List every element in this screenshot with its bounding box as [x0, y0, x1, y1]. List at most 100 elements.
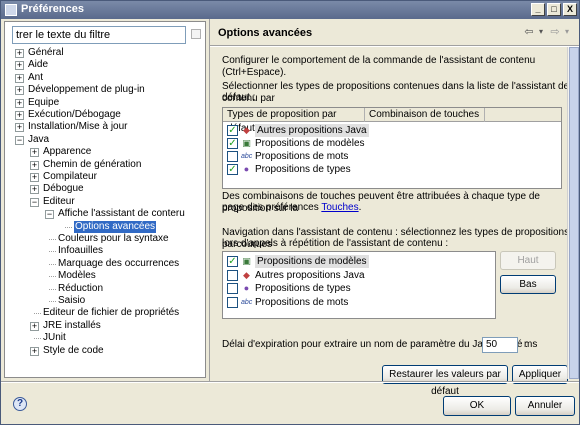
column-header-key-binding[interactable]: Combinaison de touches: [365, 108, 485, 122]
tree-item-label[interactable]: Equipe: [28, 97, 59, 109]
types-icon: ●: [243, 283, 250, 293]
expand-icon[interactable]: +: [15, 86, 24, 96]
tree-item-label[interactable]: JUnit: [43, 332, 66, 344]
tree-item-label[interactable]: Infoauilles: [58, 245, 103, 257]
words-icon: abc: [241, 153, 253, 160]
preferences-window: Préférences _ □ X trer le texte du filtr…: [0, 0, 580, 425]
tree-item-label[interactable]: Editeur: [43, 196, 75, 208]
maximize-button[interactable]: □: [547, 3, 561, 16]
select-types-text-line2: défaut :: [222, 92, 256, 103]
keys-preferences-link[interactable]: Touches: [321, 202, 358, 213]
expand-icon[interactable]: +: [30, 160, 39, 170]
clear-filter-icon[interactable]: [191, 29, 201, 39]
title-separator: [210, 45, 579, 47]
types-icon: ●: [243, 164, 250, 174]
tree-item-label[interactable]: Exécution/Débogage: [28, 109, 121, 121]
tree-item-label[interactable]: Saisio: [58, 295, 85, 307]
tree-item-label[interactable]: Marquage des occurrences: [58, 258, 179, 270]
default-proposal-label: Propositions de modèles: [255, 138, 365, 149]
keys-text-suffix: .: [358, 202, 362, 213]
tree-item-label[interactable]: Options avancées: [74, 220, 157, 233]
tree-item-label[interactable]: Compilateur: [43, 171, 97, 183]
navigation-text-line2: lors d'appels à répétition de l'assistan…: [222, 238, 449, 249]
keys-text-line2: page des préférences Touches.: [222, 202, 361, 214]
tree-connector: [65, 226, 72, 228]
window-title: Préférences: [21, 3, 84, 15]
intro-text: Configurer le comportement de la command…: [222, 55, 536, 78]
tree-item-label[interactable]: Développement de plug-in: [28, 84, 145, 96]
expand-icon[interactable]: +: [15, 73, 24, 83]
java-proposals-icon: ◆: [243, 125, 250, 135]
tree-item-label[interactable]: Modèles: [58, 270, 96, 282]
page-scrollbar[interactable]: [567, 47, 579, 379]
expand-icon[interactable]: +: [30, 148, 39, 158]
tree-item-label[interactable]: Ant: [28, 72, 43, 84]
expand-icon[interactable]: +: [15, 61, 24, 71]
expand-icon[interactable]: +: [15, 98, 24, 108]
checkbox[interactable]: ✓: [227, 164, 238, 175]
checkbox[interactable]: ✓: [227, 256, 238, 267]
checkbox[interactable]: ✓: [227, 138, 238, 149]
tree-item-label[interactable]: Apparence: [43, 146, 91, 158]
checkbox[interactable]: ✓: [227, 125, 238, 136]
tree-item-label[interactable]: Général: [28, 47, 64, 59]
checkbox[interactable]: [227, 283, 238, 294]
move-up-button[interactable]: Haut: [500, 251, 556, 270]
move-down-button[interactable]: Bas: [500, 275, 556, 294]
default-proposal-label: Propositions de mots: [255, 151, 349, 162]
tree-item-label[interactable]: Couleurs pour la syntaxe: [58, 233, 169, 245]
minimize-button[interactable]: _: [531, 3, 545, 16]
tree-item-label[interactable]: Débogue: [43, 183, 84, 195]
checkbox[interactable]: [227, 269, 238, 281]
tree-connector: [34, 313, 41, 315]
tree-connector: [49, 276, 56, 278]
tree-item-label[interactable]: Chemin de génération: [43, 159, 141, 171]
cycling-proposal-label: Autres propositions Java: [255, 269, 365, 281]
expand-icon[interactable]: +: [30, 321, 39, 331]
templates-icon: ▣: [242, 138, 251, 148]
cycling-proposal-label: Propositions de modèles: [255, 255, 369, 268]
expand-icon[interactable]: +: [15, 49, 24, 58]
expand-icon[interactable]: +: [15, 123, 24, 133]
select-types-text-line1: Sélectionner les types de propositions c…: [222, 81, 570, 104]
tree-item-label[interactable]: Réduction: [58, 283, 103, 295]
expand-icon[interactable]: +: [30, 185, 39, 195]
help-icon[interactable]: ?: [13, 397, 27, 411]
scrollbar-thumb[interactable]: [569, 47, 579, 379]
collapse-icon[interactable]: −: [45, 210, 54, 220]
expand-icon[interactable]: +: [15, 111, 24, 120]
checkbox[interactable]: [227, 151, 238, 162]
expand-icon[interactable]: +: [30, 346, 39, 356]
default-proposal-label: Autres propositions Java: [255, 124, 369, 137]
tree-connector: [49, 239, 56, 240]
back-menu-chevron-icon[interactable]: ▾: [536, 25, 546, 39]
checkbox[interactable]: [227, 296, 238, 308]
filter-input[interactable]: trer le texte du filtre: [12, 26, 186, 44]
tree-item-label[interactable]: Java: [28, 134, 49, 146]
expand-icon[interactable]: +: [30, 173, 39, 182]
ok-button[interactable]: OK: [443, 396, 511, 416]
delay-unit: ms: [524, 339, 538, 350]
tree-item-label[interactable]: Editeur de fichier de propriétés: [43, 307, 179, 319]
page-title: Options avancées: [218, 27, 313, 39]
forward-menu-chevron-icon[interactable]: ▾: [562, 25, 572, 39]
tree-item-label[interactable]: Affiche l'assistant de conteru: [58, 208, 185, 220]
templates-icon: ▣: [242, 256, 251, 266]
tree-item-label[interactable]: Installation/Mise à jour: [28, 121, 128, 133]
title-bar[interactable]: Préférences _ □ X: [1, 1, 579, 19]
cancel-button[interactable]: Annuler: [515, 396, 575, 416]
tree-connector: [49, 263, 56, 265]
default-proposals-table: Types de proposition par défaut Combinai…: [222, 107, 562, 189]
cycling-proposal-label: Propositions de mots: [255, 296, 349, 308]
close-button[interactable]: X: [563, 3, 577, 16]
collapse-icon[interactable]: −: [15, 135, 24, 145]
collapse-icon[interactable]: −: [30, 197, 39, 207]
default-proposal-label: Propositions de types: [255, 164, 351, 175]
tree-item-label[interactable]: Style de code: [43, 345, 104, 357]
table-header: Types de proposition par défaut Combinai…: [223, 108, 561, 134]
column-header-proposal-types[interactable]: Types de proposition par défaut: [223, 108, 365, 134]
tree-item-label[interactable]: Aide: [28, 59, 48, 71]
tree-item-label[interactable]: JRE installés: [43, 320, 101, 332]
delay-input[interactable]: 50: [482, 337, 518, 353]
footer-separator: [1, 381, 579, 383]
